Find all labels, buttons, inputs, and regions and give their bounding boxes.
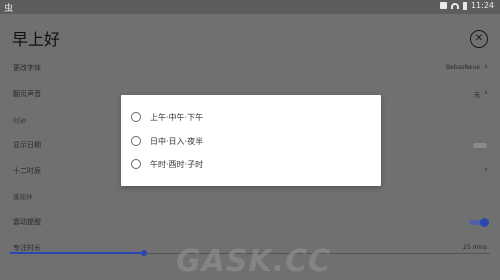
setting-label: 翻页声音 xyxy=(13,90,41,98)
page-title: 早上好 xyxy=(12,30,61,49)
app-notification-icon: 虫 xyxy=(4,4,14,14)
radio-button[interactable] xyxy=(131,112,141,122)
toggle-knob xyxy=(480,218,489,227)
setting-row-vibration[interactable]: 震动提醒 xyxy=(0,212,500,234)
status-time: 11:24 xyxy=(470,1,494,10)
slider-thumb[interactable] xyxy=(141,250,148,256)
radio-button[interactable] xyxy=(131,136,141,146)
chevron-right-icon: › xyxy=(484,62,488,72)
vibration-toggle[interactable] xyxy=(469,218,489,227)
setting-value: BebasNeue xyxy=(445,64,480,71)
watermark-logo: GASK.CC xyxy=(176,244,332,279)
option-label: 上午·中午·下午 xyxy=(150,112,204,122)
signal-icon xyxy=(439,2,447,9)
status-icons: 11:24 xyxy=(439,1,494,10)
time-format-option[interactable]: 午时·酉时·子时 xyxy=(131,157,203,171)
setting-label: 十二时辰 xyxy=(13,167,41,175)
close-icon: ✕ xyxy=(474,33,484,44)
show-date-toggle[interactable] xyxy=(473,143,487,148)
time-format-option[interactable]: 日中·日入·夜半 xyxy=(131,134,203,148)
wifi-icon xyxy=(450,2,459,9)
radio-button[interactable] xyxy=(131,159,141,169)
time-format-dialog: 上午·中午·下午 日中·日入·夜半 午时·酉时·子时 xyxy=(121,95,381,186)
setting-label: 显示日期 xyxy=(13,141,41,149)
chevron-right-icon: › xyxy=(484,165,488,175)
status-bar: 虫 11:24 xyxy=(0,0,500,14)
setting-label: 震动提醒 xyxy=(13,218,41,226)
setting-label: 更改字体 xyxy=(13,64,41,72)
option-label: 午时·酉时·子时 xyxy=(150,159,204,169)
section-header-focus: 番茄钟 xyxy=(13,193,33,201)
setting-row-font[interactable]: 更改字体 BebasNeue › xyxy=(0,58,500,80)
section-header-clock: 时钟 xyxy=(13,117,26,125)
option-label: 日中·日入·夜半 xyxy=(150,136,204,146)
battery-icon xyxy=(462,1,467,10)
setting-value: 无 xyxy=(473,92,480,99)
slider-fill xyxy=(10,252,145,254)
close-button[interactable]: ✕ xyxy=(470,30,488,48)
time-format-option[interactable]: 上午·中午·下午 xyxy=(131,110,203,124)
chevron-right-icon: › xyxy=(484,88,488,98)
